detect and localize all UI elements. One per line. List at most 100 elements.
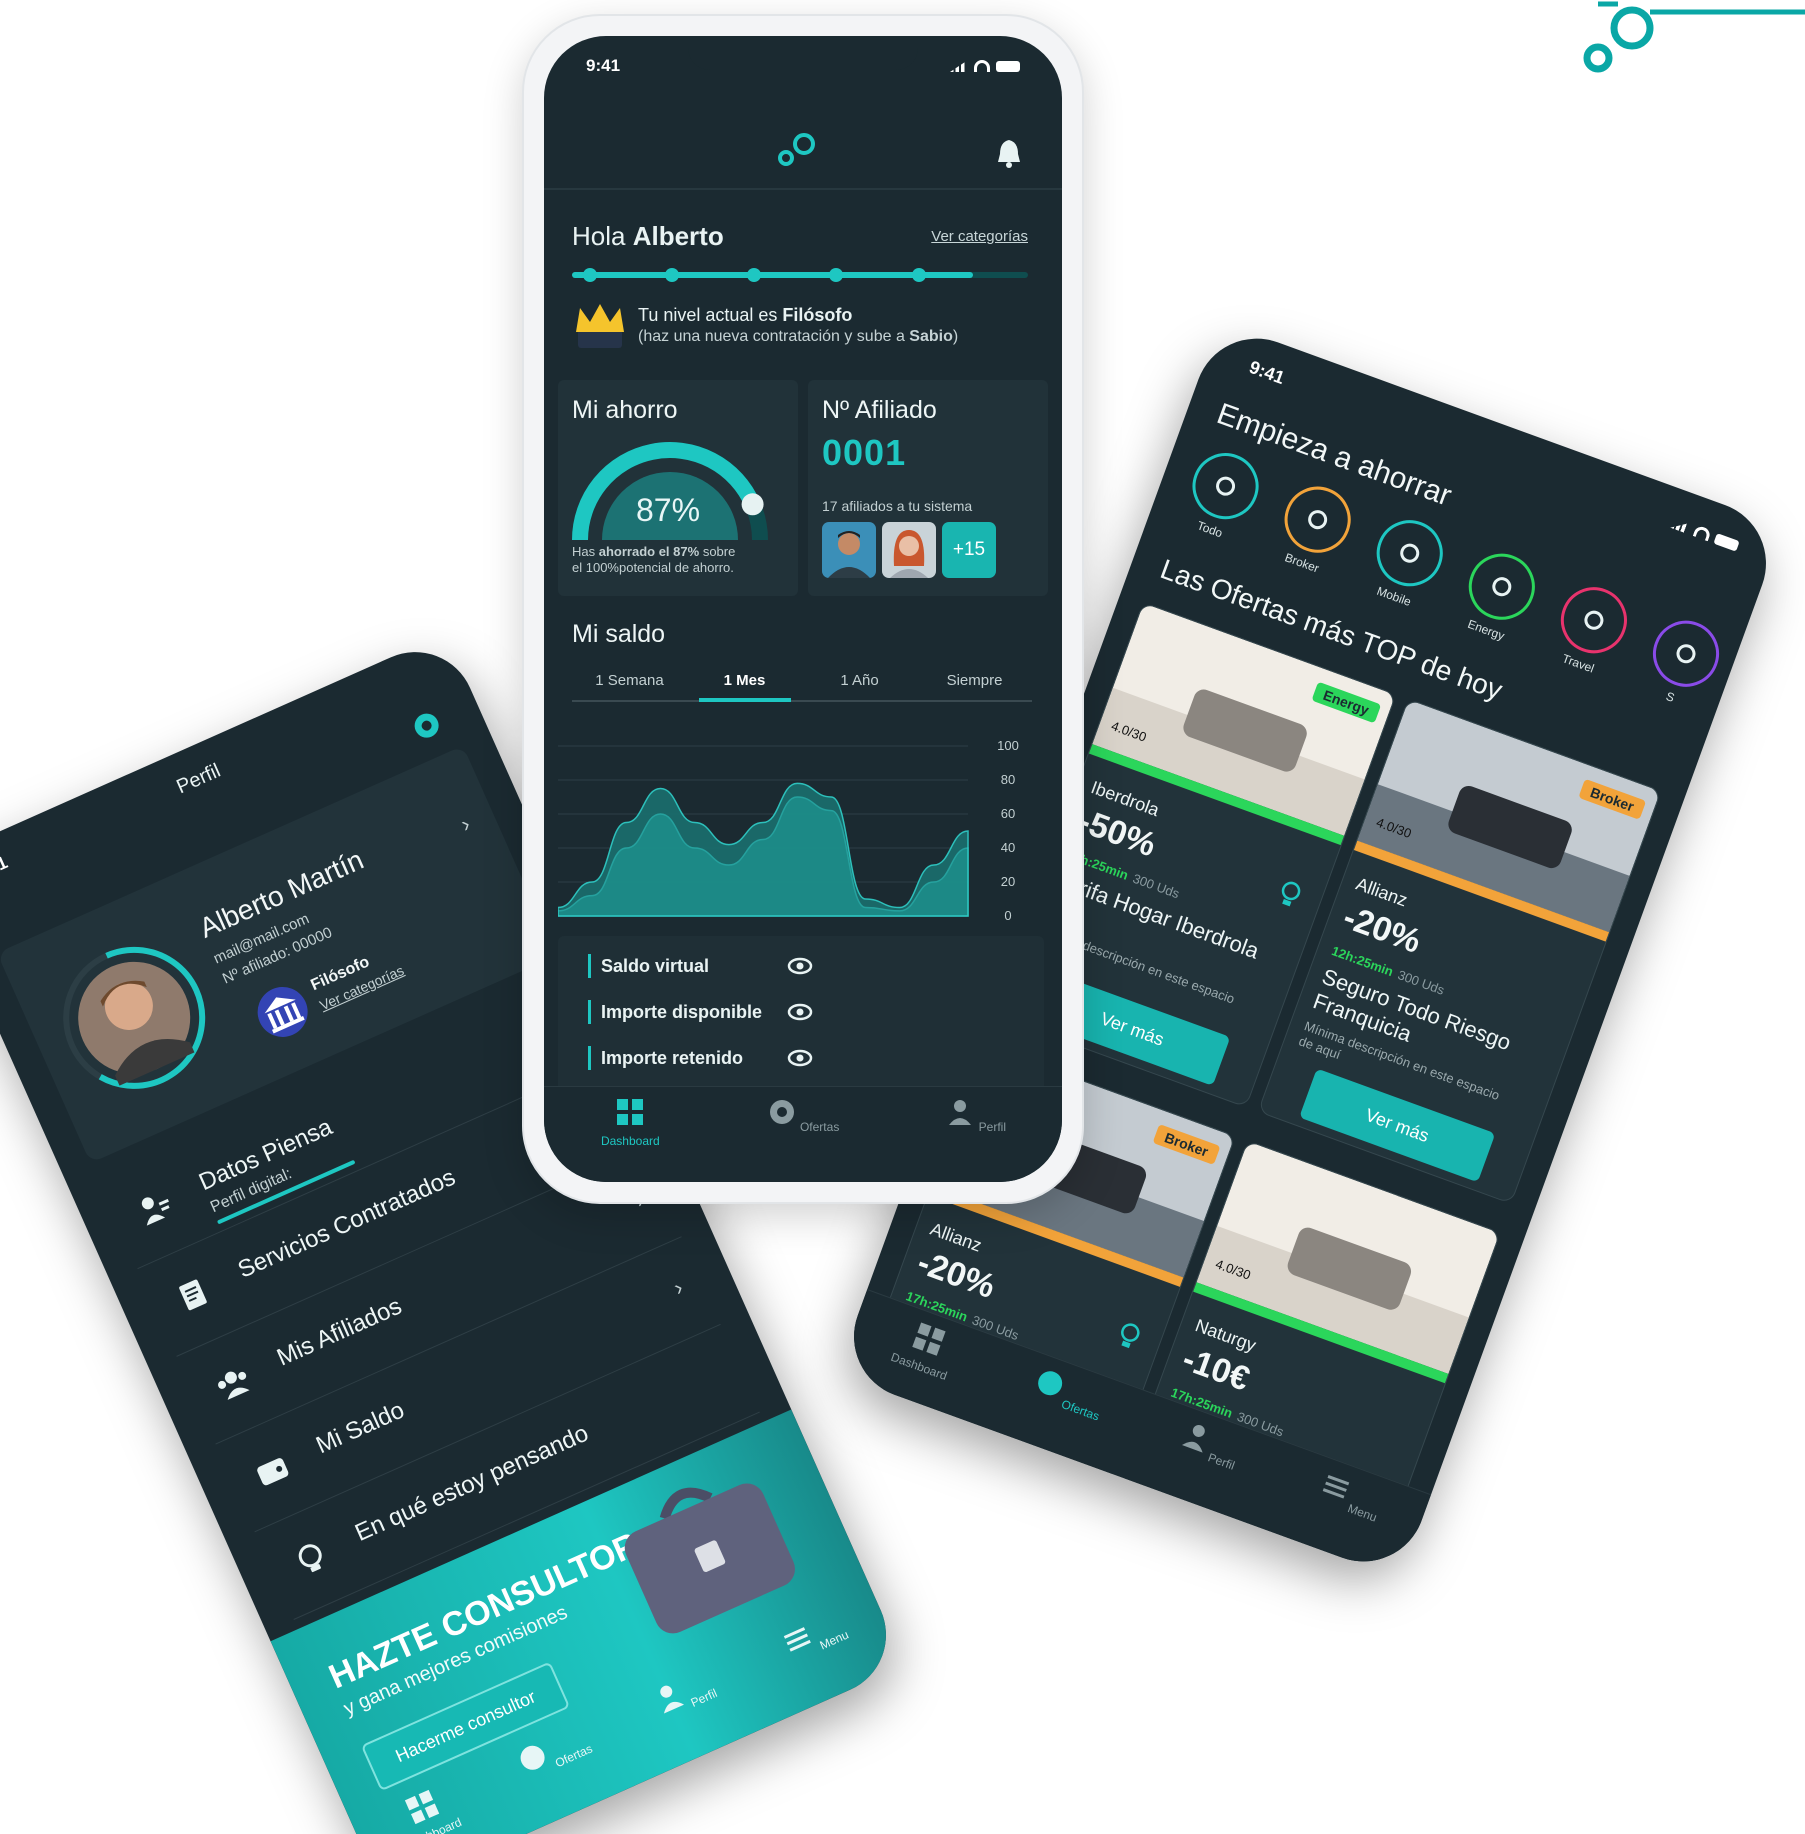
lightning-icon-glyph <box>1492 577 1512 597</box>
affiliate-number: 0001 <box>822 432 907 473</box>
category-mobile[interactable]: Mobile <box>1356 509 1457 616</box>
wifi-icon <box>1692 524 1712 542</box>
signal-icon <box>950 60 968 72</box>
tab-label: Ofertas <box>552 1741 595 1771</box>
legend-row: Importe retenido <box>588 1046 813 1070</box>
savings-title: Mi ahorro <box>572 396 678 424</box>
level-next: Sabio <box>909 328 953 345</box>
tab-perfil[interactable]: Perfil <box>635 1659 751 1771</box>
tab-perfil[interactable]: Perfil <box>1147 1412 1259 1517</box>
level-step-dot <box>747 268 762 282</box>
piensa-logo-icon-glyph <box>1216 476 1236 496</box>
tab-label: Perfil <box>1206 1450 1237 1473</box>
category-todo[interactable]: Todo <box>1172 442 1273 549</box>
tab-ofertas[interactable]: Ofertas <box>1006 1361 1118 1466</box>
level-progress <box>572 268 1028 282</box>
tab-dashboard[interactable]: Dashboard <box>865 1310 977 1415</box>
level-step-dot <box>665 268 680 282</box>
category-s[interactable]: S <box>1632 610 1733 717</box>
bell-icon[interactable] <box>996 138 1022 168</box>
tab-perfil[interactable]: Perfil <box>931 1097 1021 1134</box>
plane-icon <box>1551 577 1637 663</box>
level-current: Filósofo <box>782 305 853 325</box>
eye-icon[interactable] <box>787 1048 813 1068</box>
user-icon <box>949 1100 972 1125</box>
period-tab[interactable]: 1 Mes <box>687 658 802 702</box>
categories-link[interactable]: Ver categorías <box>931 228 1028 245</box>
level-prefix: Tu nivel actual es <box>638 305 778 325</box>
umbrella-icon-glyph <box>1308 510 1328 530</box>
wifi-icon <box>974 60 990 72</box>
tab-menu[interactable]: Menu <box>766 1601 882 1713</box>
umbrella-icon <box>1275 477 1360 562</box>
category-label: Mobile <box>1374 583 1414 610</box>
savings-note-prefix: Has <box>572 544 596 559</box>
legend-label: Importe disponible <box>601 1002 763 1022</box>
level-step-dot <box>583 268 598 282</box>
status-icons <box>1670 516 1740 552</box>
tab-label: Ofertas <box>1059 1396 1102 1424</box>
period-tab[interactable]: 1 Semana <box>572 658 687 700</box>
status-time: 9:41 <box>586 56 621 75</box>
category-label: Travel <box>1560 651 1597 676</box>
tab-label: Ofertas <box>799 1120 840 1134</box>
user-icon <box>660 1685 684 1714</box>
eye-icon[interactable] <box>787 1002 813 1022</box>
tab-dashboard[interactable]: Dashboard <box>585 1097 675 1148</box>
avatar <box>822 522 876 578</box>
category-travel[interactable]: Travel <box>1540 576 1641 683</box>
tab-ofertas[interactable]: Ofertas <box>505 1717 621 1829</box>
level-step-dot <box>911 268 926 282</box>
tab-menu[interactable]: Menu <box>1288 1464 1400 1569</box>
mobile-icon <box>1367 510 1453 596</box>
period-tab[interactable]: 1 Año <box>802 658 917 700</box>
more-affiliates-badge[interactable]: +15 <box>942 522 996 578</box>
offers-icon <box>520 1745 545 1770</box>
chevron-right-icon[interactable]: › <box>457 811 474 838</box>
greeting-name: Alberto <box>632 221 724 251</box>
category-label: Energy <box>1465 616 1507 644</box>
battery-icon <box>996 60 1020 72</box>
status-time: 9:41 <box>1246 356 1288 389</box>
tab-ofertas[interactable]: Ofertas <box>758 1097 848 1134</box>
level-step-dot <box>829 268 844 282</box>
legend-label: Importe retenido <box>601 1048 744 1068</box>
tab-label: Dashboard <box>600 1134 660 1148</box>
divider <box>544 188 1062 190</box>
tab-label: Perfil <box>978 1120 1006 1134</box>
lightbulb-icon[interactable] <box>1113 1319 1144 1355</box>
tab-label: Menu <box>1345 1501 1379 1525</box>
affiliate-note: 17 afiliados a tu sistema <box>822 498 973 514</box>
plane-icon-glyph <box>1584 610 1604 630</box>
document-icon <box>179 1279 207 1311</box>
tab-bar: Dashboard Ofertas Perfil <box>544 1086 1062 1182</box>
lightbulb-icon[interactable] <box>1274 878 1305 914</box>
piensa-logo-icon <box>1583 1 1805 73</box>
wallet-icon <box>257 1458 289 1486</box>
affiliate-card[interactable]: Nº Afiliado 0001 17 afiliados a tu siste… <box>808 380 1048 596</box>
lightbulb-icon <box>298 1544 322 1573</box>
level-next-prefix: (haz una nueva contratación y sube a <box>638 328 905 345</box>
period-tab[interactable]: Siempre <box>917 658 1032 700</box>
category-broker[interactable]: Broker <box>1264 476 1365 583</box>
user-card-icon <box>141 1197 170 1226</box>
category-label: Todo <box>1195 518 1225 541</box>
signal-icon <box>1670 516 1691 533</box>
status-bar: 9:41 <box>544 36 1062 96</box>
settings-icon[interactable] <box>407 706 447 746</box>
category-energy[interactable]: Energy <box>1448 543 1549 650</box>
affiliate-title: Nº Afiliado <box>822 396 937 424</box>
tab-label: Dashboard <box>889 1349 949 1384</box>
greeting-prefix: Hola <box>572 221 626 251</box>
balance-title: Mi saldo <box>572 620 666 648</box>
savings-note-line2: el 100%potencial de ahorro. <box>572 560 734 575</box>
eye-icon[interactable] <box>787 956 813 976</box>
savings-card[interactable]: Mi ahorro 87% Has ahorrado el 87% sobre … <box>558 380 798 596</box>
users-icon <box>218 1371 250 1400</box>
y-tick-label: 0 <box>1004 908 1011 923</box>
menu-label: Mi Saldo <box>312 1396 409 1460</box>
legend-row: Importe disponible <box>588 1000 813 1024</box>
savings-percent: 87% <box>636 492 701 528</box>
menu-label: Mis Afiliados <box>273 1292 406 1372</box>
y-tick-label: 60 <box>1001 806 1015 821</box>
